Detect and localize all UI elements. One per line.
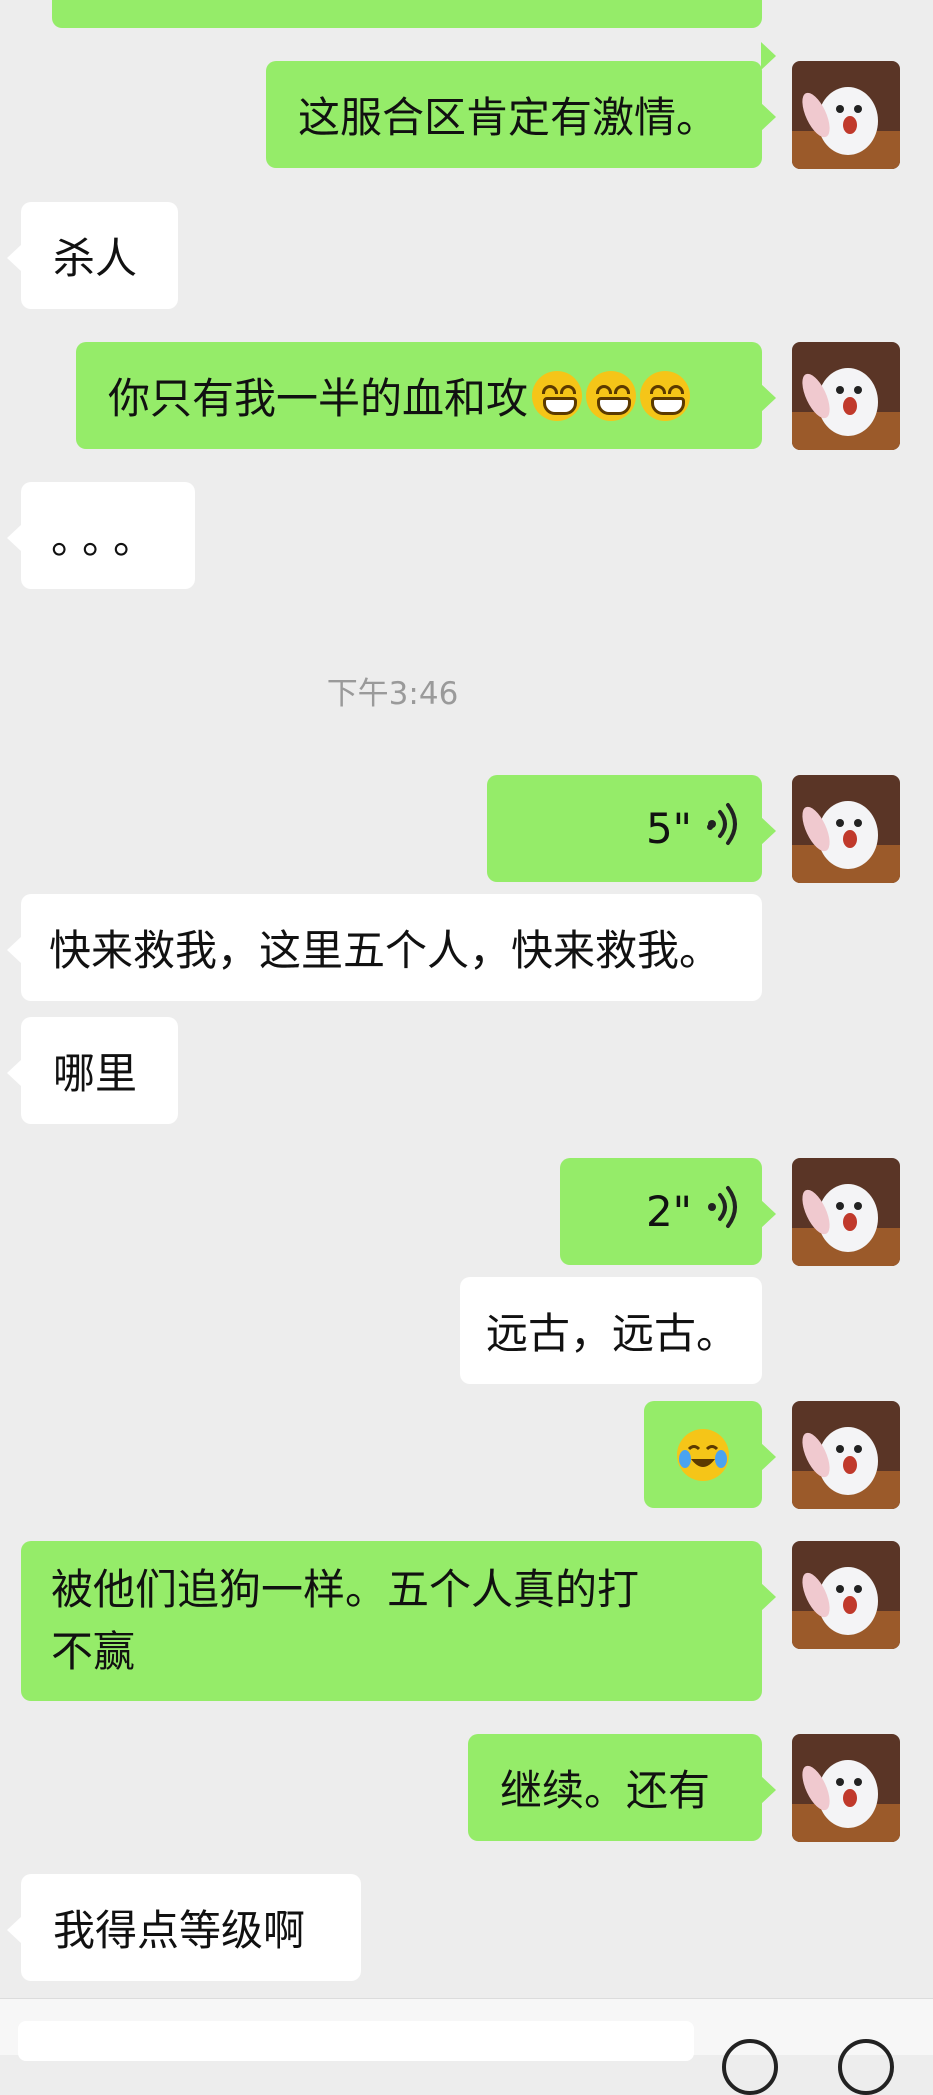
message-text: 这服合区肯定有激情。	[298, 93, 719, 142]
grin-icon	[532, 370, 583, 421]
message-bubble[interactable]: 这服合区肯定有激情。	[266, 61, 776, 168]
more-button[interactable]	[838, 2039, 894, 2095]
message-text: 哪里	[53, 1049, 138, 1098]
avatar[interactable]	[792, 775, 900, 883]
message-bubble[interactable]: 我得点等级啊	[7, 1874, 361, 1981]
timestamp: 下午3:46	[326, 676, 459, 712]
voice-duration: 5"	[645, 804, 692, 853]
message-bubble[interactable]: 被他们追狗一样。五个人真的打不赢	[21, 1541, 776, 1701]
message-bubble[interactable]	[644, 1401, 776, 1508]
voice-message-bubble[interactable]: 2"	[560, 1158, 776, 1265]
grin-icon	[640, 370, 691, 421]
message-bubble[interactable]: 哪里	[7, 1017, 178, 1124]
input-bar	[0, 1998, 933, 2095]
message-text: 我得点等级啊	[53, 1906, 306, 1955]
avatar[interactable]	[792, 1158, 900, 1266]
avatar[interactable]	[792, 1541, 900, 1649]
avatar[interactable]	[792, 1734, 900, 1842]
message-text: 。。。	[51, 514, 166, 563]
avatar[interactable]	[792, 1401, 900, 1509]
message-bubble[interactable]: 杀人	[7, 202, 178, 309]
message-text: 继续。还有	[500, 1766, 711, 1815]
message-bubble[interactable]: 继续。还有	[468, 1734, 776, 1841]
message-input[interactable]	[18, 2021, 694, 2061]
message-bubble-partial[interactable]	[52, 0, 776, 70]
chat-area[interactable]: 这服合区肯定有激情。 杀人 你只有我一半的血和攻 。。。 下午3:46 5" 快…	[0, 0, 933, 1995]
message-bubble[interactable]: 远古，远古。	[460, 1277, 762, 1384]
voice-wave-icon	[706, 1185, 740, 1239]
message-bubble[interactable]: 快来救我，这里五个人，快来救我。	[7, 894, 762, 1001]
avatar[interactable]	[792, 342, 900, 450]
emoji-button[interactable]	[722, 2039, 778, 2095]
voice-wave-icon	[706, 802, 740, 856]
voice-message-bubble[interactable]: 5"	[487, 775, 776, 882]
crying-laughing-icon	[677, 1429, 729, 1481]
message-text: 杀人	[53, 234, 138, 283]
message-text: 远古，远古。	[486, 1309, 739, 1358]
message-text: 被他们追狗一样。五个人真的打不赢	[51, 1565, 640, 1676]
message-text: 快来救我，这里五个人，快来救我。	[49, 926, 722, 975]
message-text: 你只有我一半的血和攻	[108, 374, 529, 423]
message-bubble[interactable]: 你只有我一半的血和攻	[76, 342, 776, 449]
voice-duration: 2"	[645, 1187, 692, 1236]
message-bubble[interactable]: 。。。	[7, 482, 195, 589]
avatar[interactable]	[792, 61, 900, 169]
grin-icon	[586, 370, 637, 421]
